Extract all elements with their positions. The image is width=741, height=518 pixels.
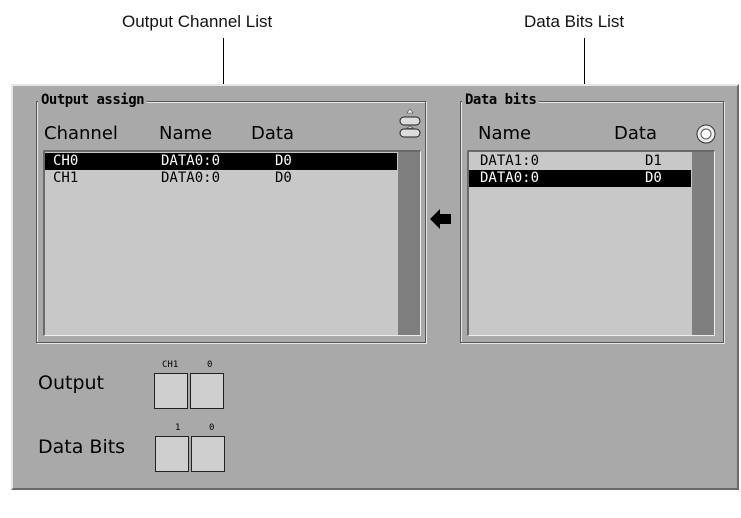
row-data: D1 — [645, 153, 662, 169]
row-name: DATA0:0 — [161, 170, 221, 186]
data-bits-list[interactable]: DATA1:0 D1 DATA0:0 D0 — [467, 150, 715, 336]
data-bits-list-callout: Data Bits List — [524, 12, 625, 31]
row-name: DATA1:0 — [480, 153, 540, 169]
data-bits-display-box-high — [155, 436, 189, 472]
row-name: DATA0:0 — [161, 153, 221, 169]
output-bit-label-high: CH1 — [162, 360, 179, 370]
scroll-stepper-icon[interactable] — [398, 107, 422, 145]
row-name: DATA0:0 — [480, 170, 540, 186]
channel-column-header: Channel — [44, 123, 118, 144]
data-bits-display-label-low: 0 — [209, 423, 215, 433]
name-column-header: Name — [159, 123, 213, 144]
data-bits-scrollbar[interactable] — [692, 152, 714, 335]
output-label: Output — [38, 372, 104, 394]
row-data: D0 — [275, 153, 292, 169]
main-panel: Output assign Channel Name Data CH0 DATA… — [11, 84, 739, 490]
row-data: D0 — [275, 170, 292, 186]
data-bits-group: Data bits Name Data DATA1:0 D1 DATA0:0 D… — [460, 92, 724, 343]
data-bits-display-label: Data Bits — [38, 436, 126, 458]
data-bits-name-header: Name — [478, 123, 532, 144]
output-list-scrollbar[interactable] — [398, 152, 420, 335]
output-channel-list-callout: Output Channel List — [122, 12, 273, 31]
row-channel: CH1 — [53, 170, 79, 186]
arrow-left-icon[interactable] — [429, 208, 453, 230]
data-bits-row-data0[interactable]: DATA0:0 D0 — [469, 170, 691, 187]
output-channel-list[interactable]: CH0 DATA0:0 D0 CH1 DATA0:0 D0 — [43, 150, 421, 336]
data-bits-title: Data bits — [462, 92, 540, 108]
data-bits-row-data1[interactable]: DATA1:0 D1 — [469, 153, 691, 170]
output-channel-row-ch1[interactable]: CH1 DATA0:0 D0 — [45, 170, 397, 187]
output-assign-group: Output assign Channel Name Data CH0 DATA… — [36, 92, 426, 343]
row-channel: CH0 — [53, 153, 79, 169]
data-bits-data-header: Data — [614, 123, 657, 144]
data-bits-display-box-low — [191, 436, 225, 472]
data-column-header: Data — [251, 123, 294, 144]
output-bit-label-low: 0 — [207, 360, 213, 370]
output-assign-title: Output assign — [38, 92, 148, 108]
knob-icon[interactable] — [696, 124, 716, 144]
output-channel-row-ch0[interactable]: CH0 DATA0:0 D0 — [45, 153, 397, 170]
row-data: D0 — [645, 170, 662, 186]
output-channel-leader-line — [223, 38, 224, 90]
data-bits-display-label-high: 1 — [175, 423, 181, 433]
output-bit-box-low — [190, 373, 224, 409]
output-bit-box-high — [154, 373, 188, 409]
